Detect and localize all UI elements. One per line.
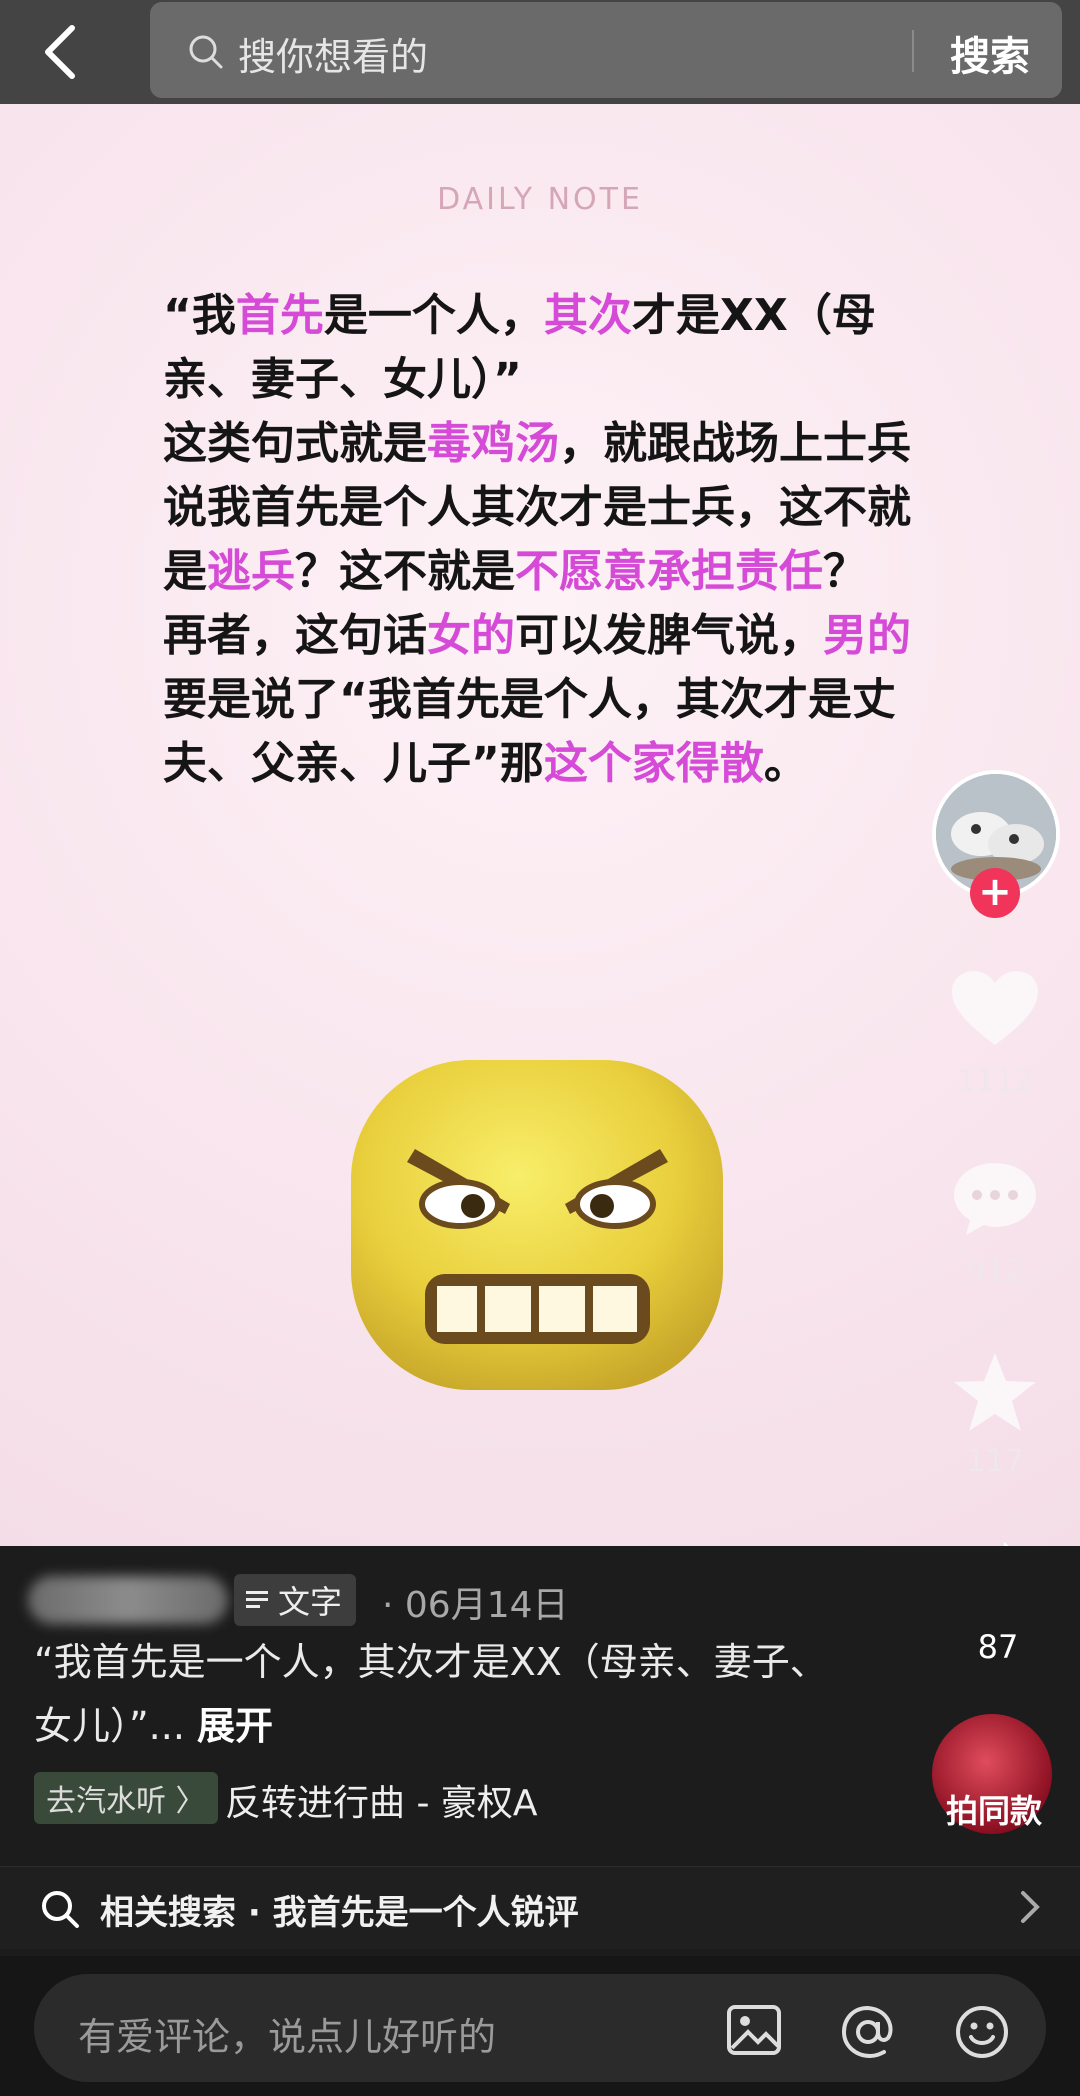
body-phrase: 是一个人， xyxy=(323,290,544,341)
post-info-panel: 文字 · 06月14日 87 “我首先是一个人，其次才是XX（母亲、妻子、女儿）… xyxy=(0,1546,1080,1956)
music-title[interactable]: 反转进行曲 - 豪权A xyxy=(225,1774,538,1826)
body-phrase: 。 xyxy=(763,738,808,789)
highlighted-phrase: 不愿意承担责任 xyxy=(515,546,823,597)
comment-input[interactable]: 有爱评论，说点儿好听的 xyxy=(34,1974,1046,2082)
body-phrase: ？这不就是 xyxy=(295,546,515,597)
author-name-blurred[interactable] xyxy=(28,1576,228,1624)
search-placeholder: 搜你想看的 xyxy=(238,35,429,79)
emoji-icon[interactable] xyxy=(954,2004,1010,2060)
top-bar: 搜你想看的 搜索 xyxy=(0,0,1080,104)
comment-count: 912 xyxy=(966,1254,1024,1289)
search-icon xyxy=(189,35,223,69)
comment-icon[interactable] xyxy=(950,1159,1040,1239)
star-icon[interactable] xyxy=(950,1349,1040,1435)
back-button[interactable] xyxy=(40,20,100,84)
like-count: 1112 xyxy=(956,1064,1034,1099)
share-count: 87 xyxy=(977,1628,1019,1666)
search-button[interactable]: 搜索 xyxy=(950,24,1030,82)
post-date: · 06月14日 xyxy=(382,1585,569,1626)
highlighted-phrase: 逃兵 xyxy=(207,546,295,597)
comment-placeholder: 有爱评论，说点儿好听的 xyxy=(78,2015,497,2059)
at-mention-icon[interactable] xyxy=(840,2004,896,2060)
image-icon[interactable] xyxy=(726,2004,782,2056)
post-type-badge: 文字 xyxy=(234,1574,357,1626)
highlighted-phrase: 首先 xyxy=(235,290,324,341)
search-divider xyxy=(912,30,914,72)
follow-button[interactable]: + xyxy=(970,868,1020,918)
related-search-bar[interactable]: 相关搜索 · 我首先是一个人锐评 xyxy=(0,1866,1080,1949)
expand-button[interactable]: 展开 xyxy=(197,1704,273,1748)
body-phrase: 可以发脾气说， xyxy=(515,610,823,661)
caption-text: “我首先是一个人，其次才是XX（母亲、妻子、女儿）”... xyxy=(34,1640,828,1748)
highlighted-phrase: 其次 xyxy=(543,290,632,341)
shoot-same-style-label: 拍同款 xyxy=(945,1792,1042,1830)
search-icon xyxy=(42,1891,79,1928)
highlighted-phrase: 男的 xyxy=(823,610,911,661)
back-arrow-icon xyxy=(45,25,75,79)
body-phrase: 这类句式就是 xyxy=(163,418,427,469)
text-lines-icon xyxy=(246,1591,268,1608)
post-image-card[interactable]: DAILY NOTE “我首先是一个人，其次才是XX（母亲、妻子、女儿）” 这类句… xyxy=(0,104,1080,1546)
body-phrase: ？ xyxy=(823,546,867,597)
related-search-text: 相关搜索 · 我首先是一个人锐评 xyxy=(100,1893,579,1933)
highlighted-phrase: 女的 xyxy=(427,610,515,661)
search-input[interactable]: 搜你想看的 搜索 xyxy=(150,2,1062,98)
body-phrase: 再者，这句话 xyxy=(163,610,427,661)
heart-icon[interactable] xyxy=(950,969,1040,1049)
post-body-text: “我首先是一个人，其次才是XX（母亲、妻子、女儿）” 这类句式就是毒鸡汤，就跟战场… xyxy=(163,284,933,796)
daily-note-tag: DAILY NOTE xyxy=(437,182,643,217)
highlighted-phrase: 这个家得散 xyxy=(543,738,764,789)
highlighted-phrase: 毒鸡汤 xyxy=(427,418,559,469)
post-type-label: 文字 xyxy=(278,1583,343,1621)
angry-face-sticker xyxy=(351,1060,723,1390)
post-caption: “我首先是一个人，其次才是XX（母亲、妻子、女儿）”... 展开 xyxy=(34,1630,834,1758)
post-date-value: 06月14日 xyxy=(404,1585,569,1626)
body-phrase: “我 xyxy=(163,290,236,341)
favorite-count: 117 xyxy=(966,1444,1024,1479)
open-in-music-app-button[interactable]: 去汽水听 〉 xyxy=(34,1772,218,1824)
chevron-right-icon xyxy=(1021,1891,1040,1923)
comment-bar: 有爱评论，说点儿好听的 xyxy=(0,1956,1080,2096)
